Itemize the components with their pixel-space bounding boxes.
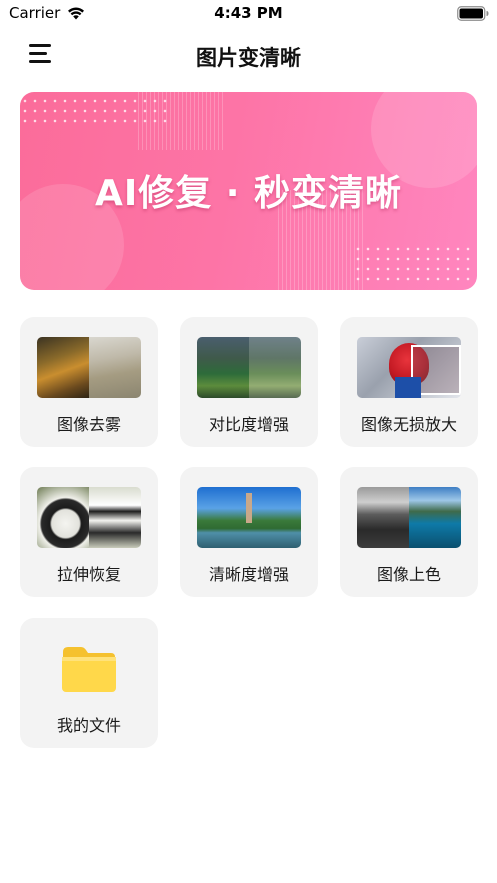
dehaze-thumbnail [37,337,141,398]
clock: 4:43 PM [214,4,283,22]
colorize-thumbnail [357,487,461,548]
tool-card-label: 图像去雾 [56,415,121,434]
banner-dot-pattern [353,244,471,284]
banner-headline: AI修复 · 秒变清晰 [95,173,402,214]
page-title: 图片变清晰 [196,46,301,70]
tool-card-colorize[interactable]: 图像上色 [340,467,478,597]
folder-icon [62,647,116,692]
contrast-thumbnail [197,337,301,398]
sharpen-thumbnail [197,487,301,548]
upscale-thumbnail [357,337,461,398]
tool-card-label: 图像无损放大 [360,415,457,434]
stretch-restore-thumbnail [37,487,141,548]
banner-stripe-pattern [138,92,226,150]
promo-banner[interactable]: AI修复 · 秒变清晰 [20,92,477,290]
tool-card-label: 清晰度增强 [208,565,289,584]
battery-icon [457,6,489,21]
tool-card-my-files[interactable]: 我的文件 [20,618,158,748]
tool-card-label: 我的文件 [56,716,121,735]
tool-card-sharpen[interactable]: 清晰度增强 [180,467,318,597]
tool-card-contrast[interactable]: 对比度增强 [180,317,318,447]
status-bar: Carrier 4:43 PM [0,0,497,28]
tool-card-label: 拉伸恢复 [56,565,121,584]
tool-card-dehaze[interactable]: 图像去雾 [20,317,158,447]
tool-card-upscale[interactable]: 图像无损放大 [340,317,478,447]
tool-card-label: 图像上色 [376,565,441,584]
tool-card-stretch-restore[interactable]: 拉伸恢复 [20,467,158,597]
tool-card-label: 对比度增强 [208,415,289,434]
